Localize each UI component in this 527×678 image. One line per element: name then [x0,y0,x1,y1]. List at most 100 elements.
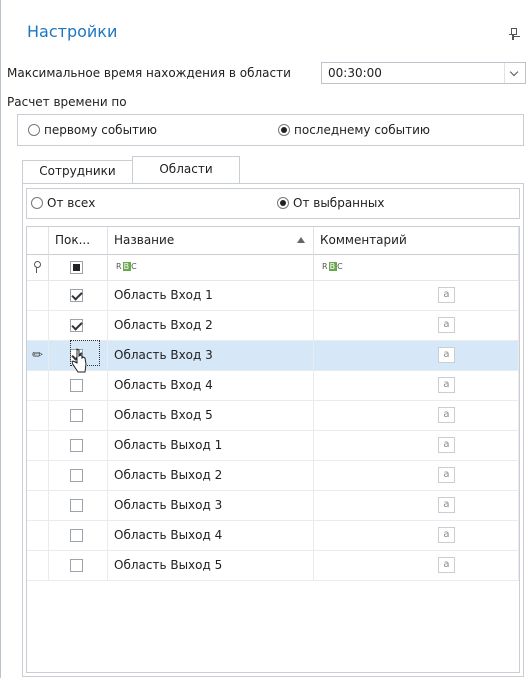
pencil-icon: ✏ [32,348,43,363]
table-row[interactable]: Область Вход 2 a [27,311,519,341]
radio-last-event[interactable]: последнему событию [278,123,430,137]
comment-edit-button[interactable]: a [438,557,455,573]
comment-edit-button[interactable]: a [438,407,455,423]
radio-icon[interactable] [31,197,43,209]
tab-employees-label[interactable]: Сотрудники [23,164,132,178]
show-cell[interactable] [49,371,108,401]
name-cell[interactable]: Область Вход 4 [108,371,314,401]
chevron-down-icon[interactable] [504,63,525,83]
row-indicator[interactable] [27,401,49,431]
row-checkbox[interactable] [70,379,83,392]
tab-areas-label[interactable]: Области [133,162,239,176]
tab-areas[interactable]: Области [132,156,240,184]
row-indicator[interactable] [27,551,49,581]
row-checkbox[interactable] [70,469,83,482]
show-cell[interactable] [49,281,108,311]
comment-cell[interactable]: a [314,491,519,521]
row-checkbox[interactable] [70,529,83,542]
comment-edit-button[interactable]: a [438,497,455,513]
name-cell[interactable]: Область Выход 4 [108,521,314,551]
row-checkbox[interactable] [70,439,83,452]
filter-name-cell[interactable]: RBC [108,255,314,281]
filter-checkbox[interactable] [70,261,83,274]
name-cell[interactable]: Область Выход 3 [108,491,314,521]
comment-cell[interactable]: a [314,431,519,461]
column-header-comment-label[interactable]: Комментарий [320,233,407,247]
table-row[interactable]: Область Вход 5 a [27,401,519,431]
name-cell[interactable]: Область Выход 5 [108,551,314,581]
column-header-show[interactable]: Пок... [49,227,108,255]
comment-cell[interactable]: a [314,311,519,341]
name-cell[interactable]: Область Вход 5 [108,401,314,431]
table-row[interactable]: ✏ Область Вход 3 a [27,341,519,371]
row-indicator[interactable] [27,521,49,551]
row-checkbox[interactable] [70,289,83,302]
column-header-comment[interactable]: Комментарий [314,227,519,255]
radio-from-selected[interactable]: От выбранных [277,196,384,210]
row-indicator[interactable] [27,281,49,311]
row-indicator[interactable] [27,431,49,461]
comment-cell[interactable]: a [314,281,519,311]
comment-edit-button[interactable]: a [438,347,455,363]
radio-from-all[interactable]: От всех [31,196,95,210]
row-indicator[interactable] [27,491,49,521]
table-row[interactable]: Область Выход 2 a [27,461,519,491]
column-header-name-label[interactable]: Название [114,233,174,247]
show-cell[interactable] [49,401,108,431]
radio-icon[interactable] [28,124,40,136]
comment-edit-button[interactable]: a [438,287,455,303]
row-indicator[interactable] [27,311,49,341]
comment-edit-button[interactable]: a [438,467,455,483]
row-checkbox[interactable] [70,409,83,422]
comment-edit-button[interactable]: a [438,527,455,543]
comment-cell[interactable]: a [314,521,519,551]
show-cell[interactable] [49,521,108,551]
name-cell[interactable]: Область Вход 1 [108,281,314,311]
show-cell[interactable] [49,311,108,341]
comment-edit-button[interactable]: a [438,377,455,393]
table-row[interactable]: Область Вход 1 a [27,281,519,311]
name-cell[interactable]: Область Выход 2 [108,461,314,491]
radio-first-event[interactable]: первому событию [28,123,157,137]
radio-from-all-label[interactable]: От всех [47,196,95,210]
row-indicator[interactable] [27,371,49,401]
tab-employees[interactable]: Сотрудники [22,160,133,184]
column-header-name[interactable]: Название [108,227,314,255]
table-row[interactable]: Область Выход 3 a [27,491,519,521]
row-checkbox[interactable] [70,499,83,512]
comment-cell[interactable]: a [314,461,519,491]
max-time-combobox[interactable]: 00:30:00 [321,62,526,84]
comment-edit-button[interactable]: a [438,317,455,333]
radio-from-selected-label[interactable]: От выбранных [293,196,384,210]
radio-last-event-label[interactable]: последнему событию [294,123,430,137]
comment-cell[interactable]: a [314,341,519,371]
filter-comment-cell[interactable]: RBC [314,255,519,281]
show-cell[interactable] [49,431,108,461]
radio-selected-icon[interactable] [278,124,290,136]
row-indicator[interactable]: ✏ [27,341,49,371]
show-cell[interactable] [49,461,108,491]
row-checkbox[interactable] [70,559,83,572]
column-header-show-label[interactable]: Пок... [55,233,90,247]
filter-key-icon [33,261,41,274]
name-cell[interactable]: Область Вход 3 [108,341,314,371]
row-indicator[interactable] [27,461,49,491]
table-row[interactable]: Область Выход 4 a [27,521,519,551]
show-cell[interactable] [49,551,108,581]
filter-show-cell[interactable] [49,255,108,281]
max-time-value[interactable]: 00:30:00 [328,66,382,80]
name-cell[interactable]: Область Выход 1 [108,431,314,461]
table-row[interactable]: Область Вход 4 a [27,371,519,401]
comment-cell[interactable]: a [314,551,519,581]
pin-icon[interactable] [509,28,517,40]
table-row[interactable]: Область Выход 1 a [27,431,519,461]
show-cell[interactable] [49,491,108,521]
table-row[interactable]: Область Выход 5 a [27,551,519,581]
radio-first-event-label[interactable]: первому событию [44,123,157,137]
comment-edit-button[interactable]: a [438,437,455,453]
name-cell[interactable]: Область Вход 2 [108,311,314,341]
row-checkbox[interactable] [70,319,83,332]
radio-selected-icon[interactable] [277,197,289,209]
comment-cell[interactable]: a [314,401,519,431]
comment-cell[interactable]: a [314,371,519,401]
